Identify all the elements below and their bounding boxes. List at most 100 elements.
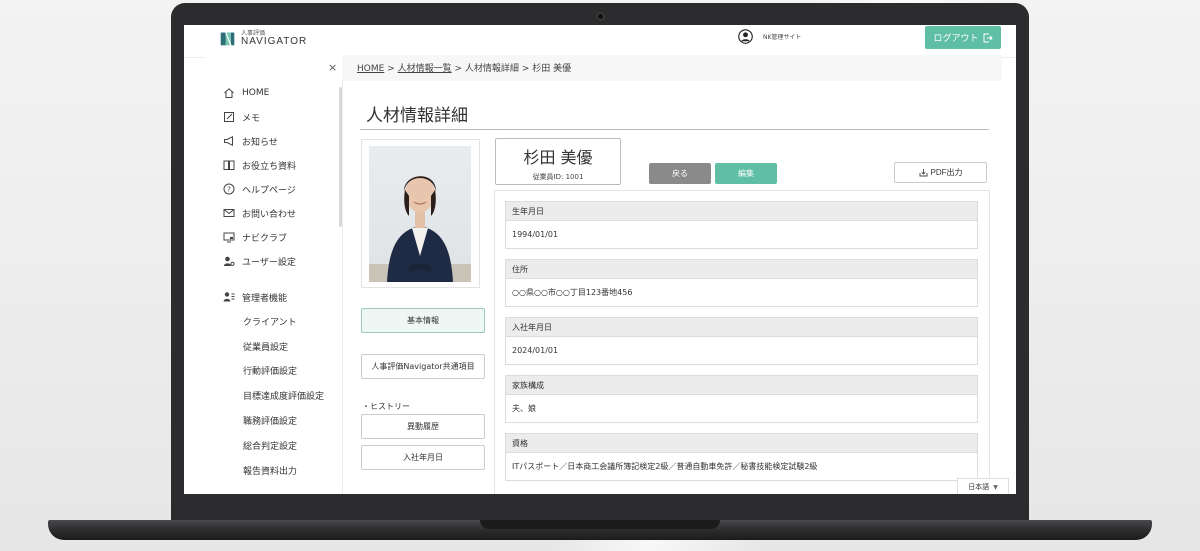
megaphone-icon bbox=[224, 135, 233, 147]
mail-icon bbox=[223, 209, 235, 217]
field-label: 入社年月日 bbox=[505, 317, 978, 337]
tab-transfer-history[interactable]: 異動履歴 bbox=[361, 414, 485, 439]
webcam-icon bbox=[596, 12, 605, 21]
book-icon bbox=[223, 160, 235, 170]
breadcrumb-detail: 人材情報詳細 bbox=[464, 64, 519, 74]
field-address: 住所 ○○県○○市○○丁目123番地456 bbox=[505, 259, 978, 307]
user-settings-icon bbox=[223, 256, 235, 266]
sidebar-subitem-client[interactable]: クライアント bbox=[243, 309, 342, 334]
sidebar-item-label: 管理者機能 bbox=[242, 293, 288, 304]
sidebar-item-contact[interactable]: お問い合わせ bbox=[223, 201, 342, 225]
page-title: 人材情報詳細 bbox=[366, 106, 468, 126]
app-header: 人事評価 NAVIGATOR NK管理サイト ログアウト bbox=[184, 25, 1016, 58]
field-family: 家族構成 夫、娘 bbox=[505, 375, 978, 423]
club-icon bbox=[223, 232, 235, 243]
breadcrumb-list-link[interactable]: 人材情報一覧 bbox=[398, 64, 452, 74]
history-heading: ・ヒストリー bbox=[362, 402, 410, 411]
tab-label: 異動履歴 bbox=[407, 422, 439, 431]
laptop-notch bbox=[480, 520, 720, 529]
tab-label: 基本情報 bbox=[407, 316, 439, 325]
sidebar-item-admin[interactable]: 管理者機能 bbox=[223, 285, 342, 309]
employee-name-card: 杉田 美優 従業員ID: 1001 bbox=[495, 138, 621, 185]
site-label: NK管理サイト bbox=[763, 34, 802, 41]
field-value: 1994/01/01 bbox=[505, 221, 978, 249]
logout-icon bbox=[983, 33, 993, 42]
field-value: ITパスポート／日本商工会議所簿記検定2級／普通自動車免許／秘書技能検定試験2級 bbox=[505, 453, 978, 481]
close-sidebar-icon[interactable]: × bbox=[328, 61, 337, 74]
logo-mark-icon bbox=[220, 32, 235, 46]
breadcrumb-separator: > bbox=[387, 64, 395, 74]
breadcrumb: HOME > 人材情報一覧 > 人材情報詳細 > 杉田 美優 bbox=[357, 61, 571, 74]
field-qualifications: 資格 ITパスポート／日本商工会議所簿記検定2級／普通自動車免許／秘書技能検定試… bbox=[505, 433, 978, 481]
field-join-date: 入社年月日 2024/01/01 bbox=[505, 317, 978, 365]
sidebar-subitem-behavior-eval[interactable]: 行動評価設定 bbox=[243, 359, 342, 384]
profile-photo-frame bbox=[361, 139, 480, 288]
tab-join-date[interactable]: 入社年月日 bbox=[361, 445, 485, 470]
pdf-export-label: PDF出力 bbox=[930, 168, 963, 177]
language-selector[interactable]: 日本語 ▼ bbox=[957, 478, 1009, 494]
app-logo[interactable]: 人事評価 NAVIGATOR bbox=[219, 30, 307, 47]
sidebar: × HOME メモ お知らせ お役立ち資料 ? ヘルプページ お問い合わせ ナビ… bbox=[205, 57, 343, 494]
logout-button[interactable]: ログアウト bbox=[925, 26, 1001, 49]
sidebar-subitem-goal-eval[interactable]: 目標達成度評価設定 bbox=[243, 383, 342, 408]
employee-id: 従業員ID: 1001 bbox=[532, 173, 584, 181]
field-label: 家族構成 bbox=[505, 375, 978, 395]
sidebar-item-home[interactable]: HOME bbox=[223, 81, 342, 105]
sidebar-item-label: お役立ち資料 bbox=[242, 161, 297, 172]
admin-icon bbox=[223, 292, 235, 302]
language-label: 日本語 bbox=[968, 483, 990, 491]
app-screen: 人事評価 NAVIGATOR NK管理サイト ログアウト × HOME メモ お… bbox=[184, 25, 1016, 494]
field-label: 生年月日 bbox=[505, 201, 978, 221]
svg-text:?: ? bbox=[227, 186, 231, 194]
field-label: 住所 bbox=[505, 259, 978, 279]
sidebar-item-label: ナビクラブ bbox=[242, 233, 288, 244]
sidebar-item-resources[interactable]: お役立ち資料 bbox=[223, 153, 342, 177]
tab-common-items[interactable]: 人事評価Navigator共通項目 bbox=[361, 354, 485, 379]
sidebar-item-label: ヘルプページ bbox=[242, 185, 296, 196]
back-button[interactable]: 戻る bbox=[649, 163, 711, 184]
field-value: ○○県○○市○○丁目123番地456 bbox=[505, 279, 978, 307]
sidebar-item-label: お知らせ bbox=[242, 137, 278, 148]
field-value: 2024/01/01 bbox=[505, 337, 978, 365]
title-divider bbox=[360, 129, 989, 130]
logo-title: NAVIGATOR bbox=[241, 35, 308, 47]
edit-button[interactable]: 編集 bbox=[715, 163, 777, 184]
sidebar-subitem-report-output[interactable]: 報告資料出力 bbox=[243, 458, 342, 483]
sidebar-item-label: メモ bbox=[242, 113, 261, 124]
sidebar-nav: HOME メモ お知らせ お役立ち資料 ? ヘルプページ お問い合わせ ナビクラ… bbox=[223, 81, 342, 483]
sidebar-item-label: HOME bbox=[242, 88, 270, 98]
tab-label: 入社年月日 bbox=[403, 453, 443, 462]
employee-name: 杉田 美優 bbox=[523, 148, 593, 167]
breadcrumb-current: 杉田 美優 bbox=[532, 64, 572, 74]
site-indicator: NK管理サイト bbox=[738, 29, 801, 44]
sidebar-subitem-job-eval[interactable]: 職務評価設定 bbox=[243, 408, 342, 433]
memo-icon bbox=[224, 112, 234, 122]
breadcrumb-separator: > bbox=[521, 64, 530, 74]
download-icon bbox=[919, 169, 927, 177]
sidebar-item-navi-club[interactable]: ナビクラブ bbox=[223, 225, 342, 249]
sidebar-item-label: ユーザー設定 bbox=[242, 257, 296, 268]
home-icon bbox=[224, 88, 234, 98]
chevron-down-icon: ▼ bbox=[993, 483, 998, 491]
help-icon: ? bbox=[223, 183, 235, 195]
breadcrumb-home-link[interactable]: HOME bbox=[357, 64, 384, 74]
sidebar-item-news[interactable]: お知らせ bbox=[223, 129, 342, 153]
sidebar-subitem-employee-settings[interactable]: 従業員設定 bbox=[243, 334, 342, 359]
user-circle-icon[interactable] bbox=[738, 29, 753, 44]
info-panel: 生年月日 1994/01/01 住所 ○○県○○市○○丁目123番地456 入社… bbox=[494, 190, 990, 494]
profile-photo bbox=[369, 146, 471, 282]
tab-basic-info[interactable]: 基本情報 bbox=[361, 308, 485, 333]
admin-submenu: クライアント 従業員設定 行動評価設定 目標達成度評価設定 職務評価設定 総合判… bbox=[223, 309, 342, 483]
sidebar-item-memo[interactable]: メモ bbox=[223, 105, 342, 129]
logout-label: ログアウト bbox=[933, 34, 979, 44]
field-birthdate: 生年月日 1994/01/01 bbox=[505, 201, 978, 249]
sidebar-item-label: お問い合わせ bbox=[242, 209, 297, 220]
pdf-export-button[interactable]: PDF出力 bbox=[894, 162, 987, 183]
breadcrumb-separator: > bbox=[454, 64, 463, 74]
tab-label: 人事評価Navigator共通項目 bbox=[371, 362, 475, 371]
sidebar-item-help[interactable]: ? ヘルプページ bbox=[223, 177, 342, 201]
sidebar-subitem-overall-judgement[interactable]: 総合判定設定 bbox=[243, 433, 342, 458]
field-label: 資格 bbox=[505, 433, 978, 453]
sidebar-item-user-settings[interactable]: ユーザー設定 bbox=[223, 249, 342, 273]
field-value: 夫、娘 bbox=[505, 395, 978, 423]
